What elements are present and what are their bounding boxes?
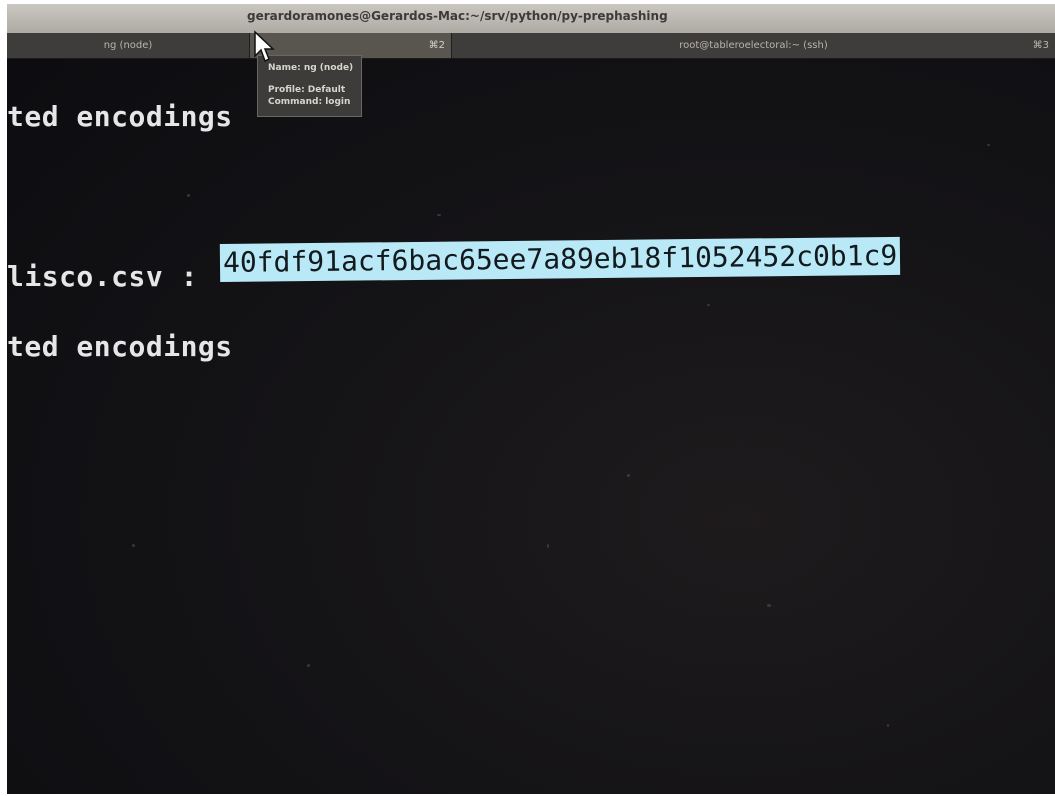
dust-speck: [887, 724, 889, 727]
tab-shortcut: ⌘2: [428, 40, 445, 51]
tab-bar: ng (node) ⌘2 root@tableroelectoral:~ (ss…: [7, 33, 1055, 59]
dust-speck: [987, 144, 990, 146]
terminal-line-3: ted encodings: [7, 330, 233, 363]
terminal-line-2-prefix: lisco.csv :: [7, 260, 198, 293]
tooltip-command: Command: login: [268, 97, 351, 107]
dust-speck: [132, 544, 135, 547]
tooltip-profile: Profile: Default: [268, 85, 346, 95]
tab-shortcut: ⌘3: [1032, 40, 1049, 51]
dust-speck: [187, 194, 190, 197]
terminal-window-photo: gerardoramones@Gerardos-Mac:~/srv/python…: [7, 4, 1055, 794]
dust-speck: [547, 544, 549, 548]
tab-label: root@tableroelectoral:~ (ssh): [679, 40, 828, 51]
mouse-pointer-icon: [254, 30, 275, 63]
dust-speck: [627, 474, 630, 477]
window-titlebar[interactable]: gerardoramones@Gerardos-Mac:~/srv/python…: [7, 4, 1055, 34]
dust-speck: [437, 214, 441, 216]
dust-speck: [707, 304, 710, 306]
tab-ng-node[interactable]: ng (node): [7, 33, 249, 58]
tab-ssh[interactable]: root@tableroelectoral:~ (ssh) ⌘3: [452, 33, 1055, 58]
tab-tooltip: Name: ng (node) Profile: Default Command…: [257, 55, 362, 117]
dust-speck: [767, 604, 771, 607]
dust-speck: [307, 664, 310, 667]
terminal-line-1: ted encodings: [7, 100, 233, 133]
window-title: gerardoramones@Gerardos-Mac:~/srv/python…: [247, 9, 668, 23]
tab-label: ng (node): [103, 40, 153, 51]
selected-hash-text[interactable]: 40fdf91acf6bac65ee7a89eb18f1052452c0b1c9: [219, 236, 901, 282]
tooltip-name: Name: ng (node): [268, 63, 354, 73]
